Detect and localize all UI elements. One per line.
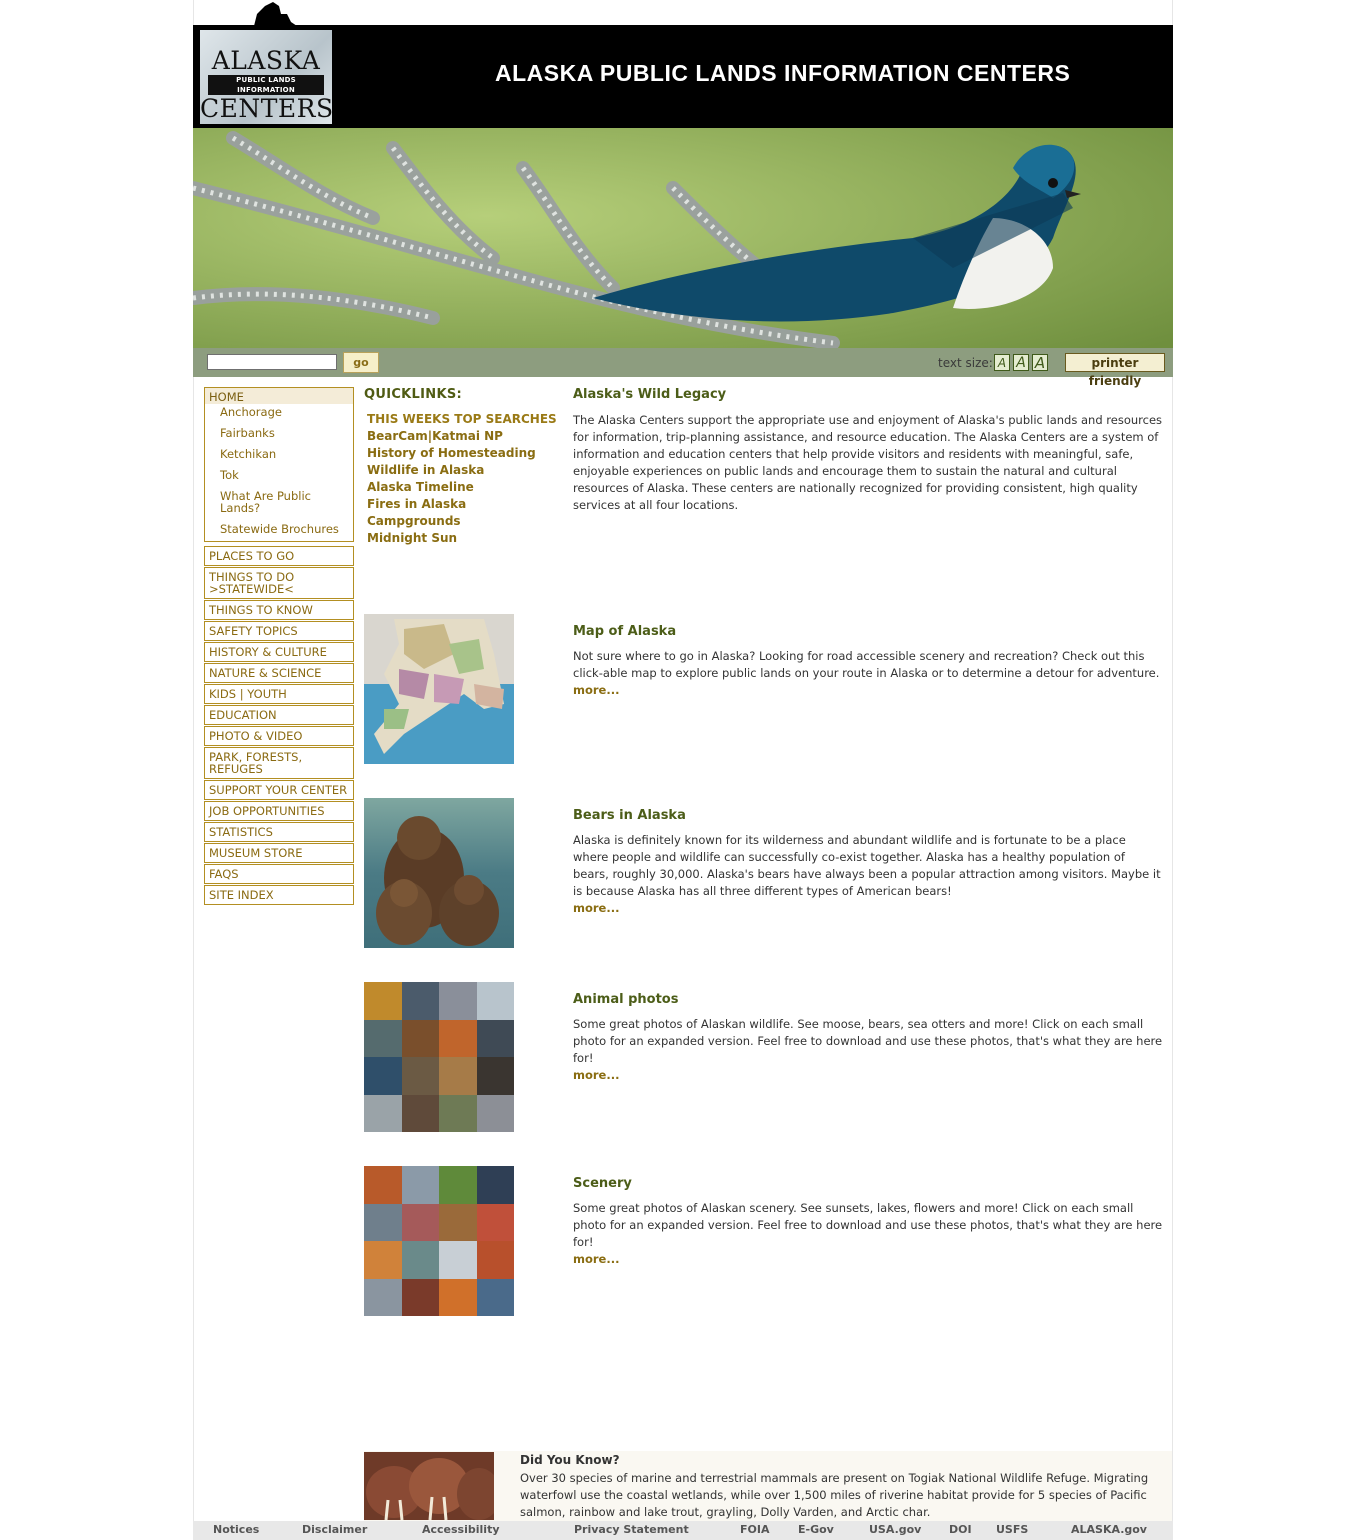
section-animals-text: Some great photos of Alaskan wildlife. S… xyxy=(573,1016,1163,1084)
section-bears-body: Alaska is definitely known for its wilde… xyxy=(573,833,1161,898)
quicklink-midnight-sun[interactable]: Midnight Sun xyxy=(367,531,457,545)
search-go-button[interactable]: go xyxy=(343,352,379,373)
sidebar-subitem-anchorage[interactable]: Anchorage xyxy=(220,406,345,418)
footer-link-notices[interactable]: Notices xyxy=(213,1523,259,1536)
sidebar-item-nature-science[interactable]: NATURE & SCIENCE xyxy=(204,663,354,683)
text-size-medium-button[interactable]: A xyxy=(1013,354,1029,371)
map-thumbnail[interactable] xyxy=(364,614,514,764)
sidebar-item-history-culture[interactable]: HISTORY & CULTURE xyxy=(204,642,354,662)
footer-link-privacy[interactable]: Privacy Statement xyxy=(574,1523,689,1536)
quicklink-campgrounds[interactable]: Campgrounds xyxy=(367,514,461,528)
sidebar-subitem-public-lands[interactable]: What Are Public Lands? xyxy=(220,490,320,514)
sidebar-item-things-to-know[interactable]: THINGS TO KNOW xyxy=(204,600,354,620)
footer-link-foia[interactable]: FOIA xyxy=(740,1523,769,1536)
quicklink-fires[interactable]: Fires in Alaska xyxy=(367,497,466,511)
intro-title: Alaska's Wild Legacy xyxy=(573,387,727,402)
sidebar-subitem-fairbanks[interactable]: Fairbanks xyxy=(220,427,345,439)
sidebar-item-job-opportunities[interactable]: JOB OPPORTUNITIES xyxy=(204,801,354,821)
section-map-body: Not sure where to go in Alaska? Looking … xyxy=(573,649,1160,680)
section-bears-title[interactable]: Bears in Alaska xyxy=(573,808,686,823)
quicklinks-title: QUICKLINKS: xyxy=(364,387,462,402)
sidebar-item-safety-topics[interactable]: SAFETY TOPICS xyxy=(204,621,354,641)
sidebar-item-kids-youth[interactable]: KIDS | YOUTH xyxy=(204,684,354,704)
bears-thumbnail[interactable] xyxy=(364,798,514,948)
section-scenery-text: Some great photos of Alaskan scenery. Se… xyxy=(573,1200,1163,1268)
banner-image xyxy=(193,128,1173,348)
sidebar-item-faqs[interactable]: FAQS xyxy=(204,864,354,884)
text-size-label: text size: xyxy=(938,356,993,370)
sidebar-subitem-ketchikan[interactable]: Ketchikan xyxy=(220,448,345,460)
site-title: ALASKA PUBLIC LANDS INFORMATION CENTERS xyxy=(495,60,1071,86)
sidebar-item-parks-forests-refuges[interactable]: PARK, FORESTS, REFUGES xyxy=(204,747,354,779)
section-bears-text: Alaska is definitely known for its wilde… xyxy=(573,832,1163,917)
did-you-know-title: Did You Know? xyxy=(520,1453,620,1467)
section-scenery-more-link[interactable]: more... xyxy=(573,1251,1163,1268)
section-animals-more-link[interactable]: more... xyxy=(573,1067,1163,1084)
section-scenery-title[interactable]: Scenery xyxy=(573,1176,632,1191)
sidebar-item-places-to-go[interactable]: PLACES TO GO xyxy=(204,546,354,566)
sidebar-item-museum-store[interactable]: MUSEUM STORE xyxy=(204,843,354,863)
section-animals-body: Some great photos of Alaskan wildlife. S… xyxy=(573,1017,1163,1065)
section-map-title[interactable]: Map of Alaska xyxy=(573,624,676,639)
section-map-more-link[interactable]: more... xyxy=(573,682,1163,699)
top-searches-heading[interactable]: THIS WEEKS TOP SEARCHES xyxy=(367,412,557,426)
animal-photos-thumbnail[interactable] xyxy=(364,982,514,1132)
search-input[interactable] xyxy=(207,354,337,370)
logo-strip-text: PUBLIC LANDS INFORMATION xyxy=(208,75,324,95)
sidebar-item-home[interactable]: HOME xyxy=(205,388,353,404)
logo-centers-text: CENTERS xyxy=(200,94,334,123)
footer-link-usagov[interactable]: USA.gov xyxy=(869,1523,921,1536)
quicklink-bearcam[interactable]: BearCam|Katmai NP xyxy=(367,429,503,443)
sidebar-item-support-center[interactable]: SUPPORT YOUR CENTER xyxy=(204,780,354,800)
sidebar-subitem-brochures[interactable]: Statewide Brochures xyxy=(220,523,345,535)
section-animals-title[interactable]: Animal photos xyxy=(573,992,678,1007)
printer-friendly-button[interactable]: printer friendly xyxy=(1065,353,1165,388)
footer-link-usfs[interactable]: USFS xyxy=(996,1523,1028,1536)
footer-link-accessibility[interactable]: Accessibility xyxy=(422,1523,500,1536)
intro-text: The Alaska Centers support the appropria… xyxy=(573,413,1163,512)
logo-alaska-text: ALASKA xyxy=(211,46,321,75)
footer-link-egov[interactable]: E-Gov xyxy=(798,1523,834,1536)
section-bears-more-link[interactable]: more... xyxy=(573,900,1163,917)
walrus-image xyxy=(364,1452,494,1520)
footer-link-alaskagov[interactable]: ALASKA.gov xyxy=(1071,1523,1147,1536)
section-map-text: Not sure where to go in Alaska? Looking … xyxy=(573,648,1163,699)
section-scenery-body: Some great photos of Alaskan scenery. Se… xyxy=(573,1201,1163,1249)
scenery-thumbnail[interactable] xyxy=(364,1166,514,1316)
text-size-large-button[interactable]: A xyxy=(1032,354,1048,371)
sidebar-item-photo-video[interactable]: PHOTO & VIDEO xyxy=(204,726,354,746)
banner-illustration xyxy=(193,128,1173,348)
did-you-know-text: Over 30 species of marine and terrestria… xyxy=(520,1471,1149,1519)
sidebar-item-statistics[interactable]: STATISTICS xyxy=(204,822,354,842)
quicklink-timeline[interactable]: Alaska Timeline xyxy=(367,480,474,494)
site-logo[interactable]: ALASKA PUBLIC LANDS INFORMATION CENTERS xyxy=(200,30,334,124)
sidebar-item-things-to-do[interactable]: THINGS TO DO >STATEWIDE< xyxy=(204,567,354,599)
quicklink-wildlife[interactable]: Wildlife in Alaska xyxy=(367,463,484,477)
footer-link-doi[interactable]: DOI xyxy=(949,1523,972,1536)
sidebar-item-education[interactable]: EDUCATION xyxy=(204,705,354,725)
sidebar-subitem-tok[interactable]: Tok xyxy=(220,469,345,481)
text-size-small-button[interactable]: A xyxy=(994,354,1010,371)
quicklink-homesteading[interactable]: History of Homesteading xyxy=(367,446,536,460)
footer-link-disclaimer[interactable]: Disclaimer xyxy=(302,1523,367,1536)
sidebar-item-site-index[interactable]: SITE INDEX xyxy=(204,885,354,905)
